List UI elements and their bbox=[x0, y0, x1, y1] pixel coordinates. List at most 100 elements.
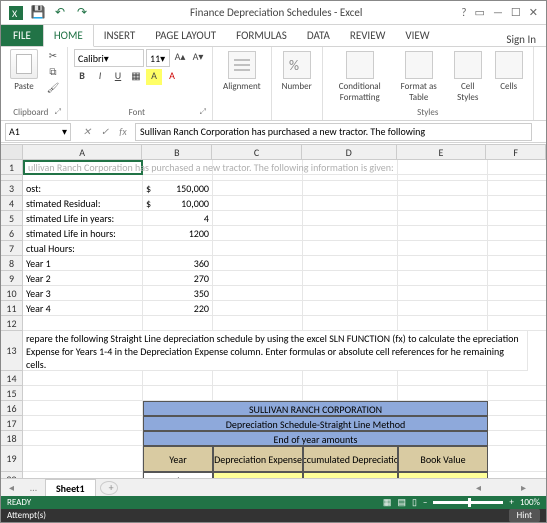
name-box[interactable]: A1▾ bbox=[5, 123, 71, 141]
font-name-select[interactable]: Calibri ▾ bbox=[74, 49, 144, 67]
ribbon-options-icon[interactable]: ▭ bbox=[475, 6, 485, 19]
cell[interactable] bbox=[213, 271, 303, 286]
cancel-formula-icon[interactable]: ✕ bbox=[79, 125, 95, 138]
row-header[interactable]: 5 bbox=[1, 211, 23, 226]
cell[interactable] bbox=[488, 446, 546, 472]
cell[interactable] bbox=[488, 226, 546, 241]
row-header[interactable]: 1 bbox=[1, 160, 23, 175]
tab-view[interactable]: VIEW bbox=[395, 25, 439, 46]
cell[interactable] bbox=[303, 371, 398, 386]
cell[interactable] bbox=[303, 211, 398, 226]
cell[interactable] bbox=[398, 301, 488, 316]
cell[interactable]: stimated Residual: bbox=[23, 196, 143, 211]
cell[interactable] bbox=[398, 211, 488, 226]
cell[interactable] bbox=[303, 386, 398, 401]
clipboard-launcher-icon[interactable]: ⤢ bbox=[55, 107, 61, 117]
tab-insert[interactable]: INSERT bbox=[94, 25, 146, 46]
cell[interactable] bbox=[213, 256, 303, 271]
cell[interactable]: 220 bbox=[143, 301, 213, 316]
cell[interactable] bbox=[213, 316, 303, 331]
restore-icon[interactable]: ☐ bbox=[511, 6, 521, 19]
alignment-button[interactable]: Alignment bbox=[219, 49, 265, 94]
save-icon[interactable]: 💾 bbox=[29, 4, 47, 22]
cell[interactable] bbox=[488, 271, 546, 286]
font-color-button[interactable]: A bbox=[164, 69, 180, 85]
cell[interactable] bbox=[303, 271, 398, 286]
row-header[interactable]: 8 bbox=[1, 256, 23, 271]
cell[interactable]: Year 3 bbox=[23, 286, 143, 301]
cell[interactable] bbox=[23, 316, 143, 331]
cell[interactable] bbox=[303, 286, 398, 301]
page-layout-view-icon[interactable]: ▤ bbox=[397, 497, 406, 508]
cell[interactable] bbox=[303, 226, 398, 241]
scroll-right-icon[interactable]: ▸ bbox=[521, 481, 526, 494]
cell[interactable] bbox=[23, 401, 143, 416]
cell[interactable] bbox=[143, 371, 213, 386]
cell[interactable] bbox=[488, 316, 546, 331]
cell[interactable] bbox=[398, 196, 488, 211]
cut-icon[interactable]: ✂ bbox=[45, 49, 61, 63]
cell[interactable] bbox=[488, 301, 546, 316]
cell[interactable] bbox=[303, 316, 398, 331]
cell[interactable] bbox=[143, 316, 213, 331]
paste-button[interactable]: Paste bbox=[7, 49, 41, 92]
help-icon[interactable]: ? bbox=[461, 6, 466, 19]
cell[interactable] bbox=[303, 241, 398, 256]
cell[interactable] bbox=[488, 431, 546, 446]
row-header[interactable]: 15 bbox=[1, 386, 23, 401]
cell[interactable] bbox=[398, 226, 488, 241]
col-header-dep[interactable]: Depreciation Expense bbox=[213, 446, 303, 472]
tab-page-layout[interactable]: PAGE LAYOUT bbox=[145, 25, 226, 46]
table-subtitle[interactable]: Depreciation Schedule-Straight Line Meth… bbox=[143, 416, 488, 431]
tab-file[interactable]: FILE bbox=[1, 25, 43, 46]
row-header[interactable]: 3 bbox=[1, 181, 23, 196]
col-header[interactable]: D bbox=[302, 145, 397, 159]
cell[interactable] bbox=[213, 301, 303, 316]
row-header[interactable]: 13 bbox=[1, 331, 23, 371]
row-header[interactable]: 6 bbox=[1, 226, 23, 241]
cell[interactable] bbox=[488, 241, 546, 256]
col-header[interactable]: C bbox=[212, 145, 302, 159]
normal-view-icon[interactable]: ▦ bbox=[383, 497, 392, 508]
cell[interactable]: 350 bbox=[143, 286, 213, 301]
cell[interactable]: Year 4 bbox=[23, 301, 143, 316]
col-header[interactable]: B bbox=[142, 145, 212, 159]
cell[interactable] bbox=[23, 386, 143, 401]
cells-button[interactable]: Cells bbox=[491, 49, 527, 94]
undo-icon[interactable]: ↶ bbox=[51, 4, 69, 22]
page-break-view-icon[interactable]: ▯ bbox=[412, 497, 417, 508]
bold-button[interactable]: B bbox=[74, 69, 90, 85]
cell[interactable] bbox=[488, 181, 546, 196]
font-launcher-icon[interactable]: ⤢ bbox=[200, 107, 206, 117]
minimize-icon[interactable]: — bbox=[493, 6, 503, 19]
cell[interactable] bbox=[23, 371, 143, 386]
row-header[interactable]: 16 bbox=[1, 401, 23, 416]
cell[interactable]: Year 1 bbox=[23, 256, 143, 271]
cell[interactable] bbox=[488, 401, 546, 416]
sheet-nav-prev-icon[interactable]: ◂ bbox=[1, 481, 22, 494]
row-header[interactable]: 19 bbox=[1, 446, 23, 472]
cell[interactable] bbox=[213, 286, 303, 301]
italic-button[interactable]: I bbox=[92, 69, 108, 85]
format-as-table-button[interactable]: Format as Table bbox=[393, 49, 445, 105]
cell[interactable] bbox=[213, 371, 303, 386]
number-button[interactable]: % Number bbox=[278, 49, 316, 94]
cell[interactable]: ctual Hours: bbox=[23, 241, 143, 256]
cell[interactable]: Year 2 bbox=[23, 271, 143, 286]
cell[interactable] bbox=[488, 286, 546, 301]
cell[interactable] bbox=[213, 211, 303, 226]
cell[interactable] bbox=[398, 386, 488, 401]
row-header[interactable]: 18 bbox=[1, 431, 23, 446]
copy-icon[interactable]: ⧉ bbox=[45, 65, 61, 79]
conditional-formatting-button[interactable]: Conditional Formatting bbox=[329, 49, 391, 105]
tab-review[interactable]: REVIEW bbox=[340, 25, 396, 46]
cell[interactable] bbox=[488, 211, 546, 226]
cell[interactable]: 4 bbox=[143, 211, 213, 226]
cell[interactable]: 1200 bbox=[143, 226, 213, 241]
tab-formulas[interactable]: FORMULAS bbox=[226, 25, 297, 46]
row-header[interactable]: 11 bbox=[1, 301, 23, 316]
scroll-left-icon[interactable]: ◂ bbox=[476, 481, 481, 494]
increase-font-icon[interactable]: A▴ bbox=[172, 50, 188, 66]
cell[interactable] bbox=[398, 286, 488, 301]
cell[interactable]: stimated Life in years: bbox=[23, 211, 143, 226]
